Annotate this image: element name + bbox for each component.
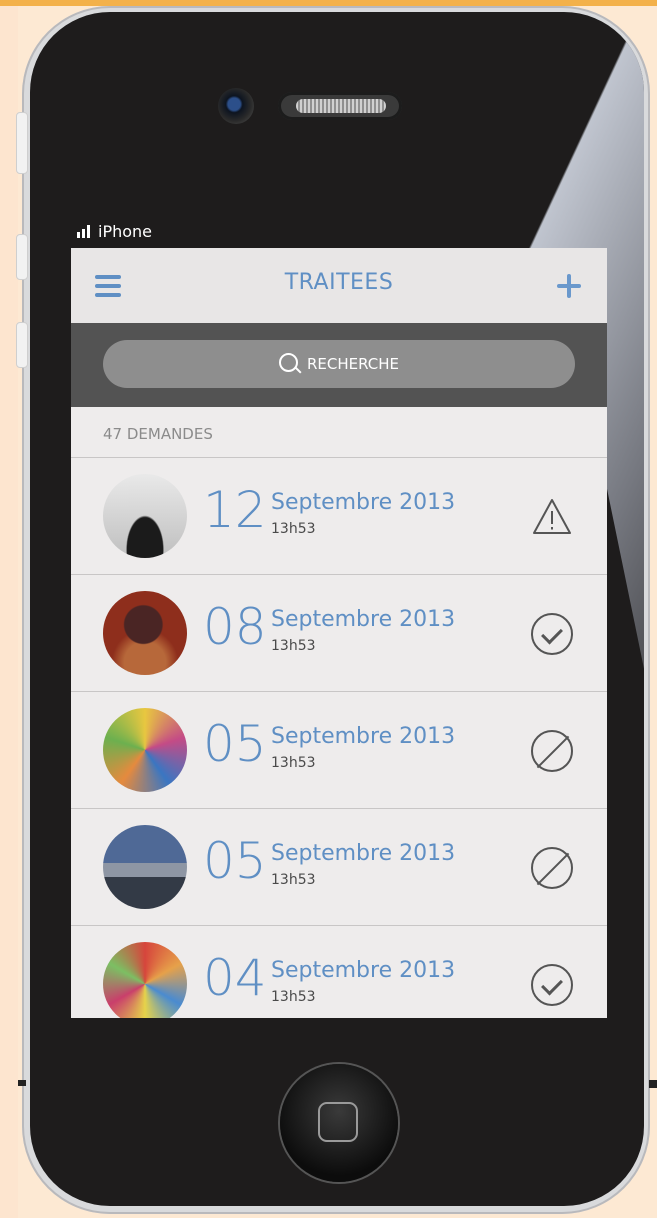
search-area: RECHERCHE xyxy=(71,323,607,407)
request-count: 47 DEMANDES xyxy=(103,425,213,443)
left-divider xyxy=(18,1080,26,1086)
date-day: 12 xyxy=(203,481,267,539)
date-time: 13h53 xyxy=(271,989,316,1005)
thumbnail-image xyxy=(103,708,187,792)
warning-icon xyxy=(531,496,573,538)
thumbnail-image xyxy=(103,474,187,558)
right-divider xyxy=(649,1080,657,1088)
list-item[interactable]: 08 Septembre 2013 13h53 xyxy=(71,574,607,691)
mute-switch[interactable] xyxy=(16,112,28,174)
date-day: 05 xyxy=(203,715,267,773)
list-item[interactable]: 05 Septembre 2013 13h53 xyxy=(71,691,607,808)
request-list: 12 Septembre 2013 13h53 08 Septembre 201… xyxy=(71,457,607,1018)
check-icon xyxy=(531,964,573,1006)
date-day: 05 xyxy=(203,832,267,890)
date-month: Septembre 2013 xyxy=(271,607,456,632)
date-month: Septembre 2013 xyxy=(271,724,456,749)
camera-icon xyxy=(218,88,254,124)
date-month: Septembre 2013 xyxy=(271,490,456,515)
search-input[interactable]: RECHERCHE xyxy=(103,340,575,388)
thumbnail-image xyxy=(103,591,187,675)
check-icon xyxy=(531,613,573,655)
blocked-icon xyxy=(531,847,573,889)
nav-bar: TRAITEES xyxy=(71,248,607,323)
add-button[interactable] xyxy=(557,274,581,298)
list-item[interactable]: 05 Septembre 2013 13h53 xyxy=(71,808,607,925)
search-icon xyxy=(278,353,301,375)
speaker-grill xyxy=(296,99,386,113)
carrier-label: iPhone xyxy=(98,221,153,241)
date-time: 13h53 xyxy=(271,638,316,654)
search-placeholder: RECHERCHE xyxy=(306,355,400,373)
date-day: 08 xyxy=(203,598,267,656)
date-month: Septembre 2013 xyxy=(271,841,456,866)
list-item[interactable]: 12 Septembre 2013 13h53 xyxy=(71,457,607,574)
thumbnail-image xyxy=(103,825,187,909)
signal-icon xyxy=(77,224,90,238)
date-day: 04 xyxy=(203,949,267,1007)
thumbnail-image xyxy=(103,942,187,1018)
app-screen: TRAITEES RECHERCHE 47 DEMANDES 12 Septem… xyxy=(71,248,607,1018)
status-bar: iPhone xyxy=(77,221,152,241)
left-margin xyxy=(0,0,18,1218)
list-item[interactable]: 04 Septembre 2013 13h53 xyxy=(71,925,607,1018)
home-square-icon xyxy=(318,1102,358,1142)
date-time: 13h53 xyxy=(271,755,316,771)
volume-up-button[interactable] xyxy=(16,234,28,280)
page-title: TRAITEES xyxy=(284,270,394,295)
volume-down-button[interactable] xyxy=(16,322,28,368)
date-month: Septembre 2013 xyxy=(271,958,456,983)
date-time: 13h53 xyxy=(271,872,316,888)
date-time: 13h53 xyxy=(271,521,316,537)
blocked-icon xyxy=(531,730,573,772)
